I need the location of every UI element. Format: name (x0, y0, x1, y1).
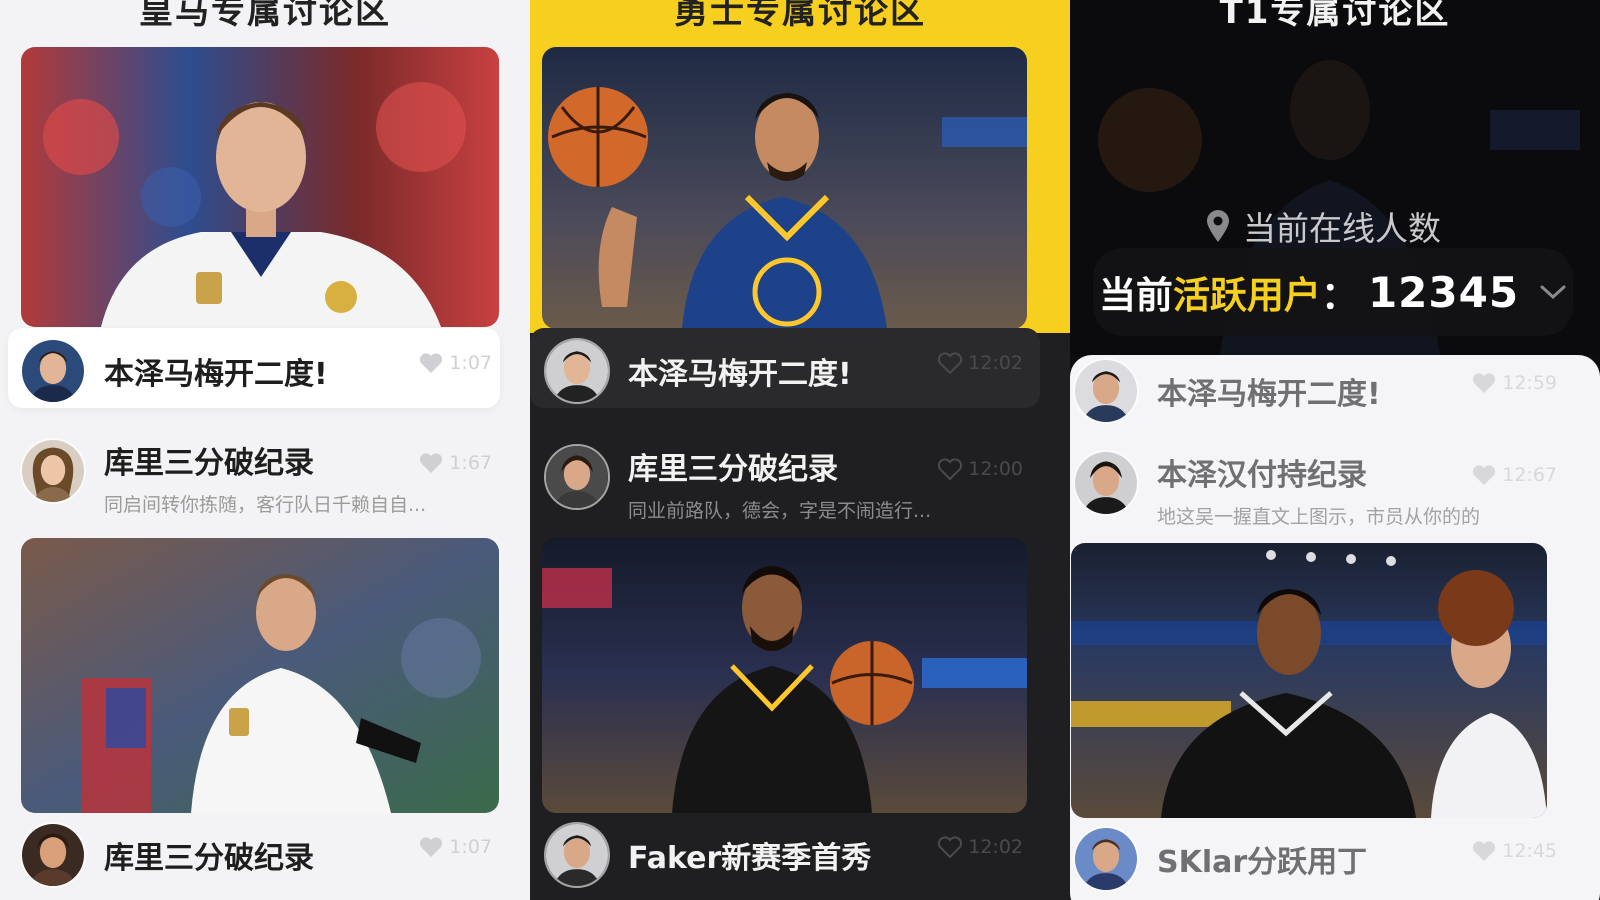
active-label-pre: 当前 (1098, 274, 1173, 317)
post-excerpt: 同业前路队，德会，字是不闹造行... (628, 500, 932, 522)
post-time: 12:59 (1502, 372, 1557, 394)
post-meta: 1:07 (419, 352, 492, 374)
avatar (1073, 358, 1139, 424)
active-users-label: 当前活跃用户： (1099, 265, 1358, 319)
avatar-graphic (546, 824, 608, 886)
post-item[interactable]: 本泽汉付持纪录 地这吴一握直文上图示，市员从你的的 12:67 (1073, 450, 1563, 529)
avatar (20, 438, 86, 504)
post-photo-real-player-action[interactable] (21, 538, 499, 813)
post-photo-warriors-action[interactable] (542, 538, 1027, 813)
heart-icon[interactable] (938, 836, 963, 858)
post-item[interactable]: Faker新赛季首秀 12:02 (544, 822, 1029, 888)
post-time: 12:02 (968, 836, 1023, 858)
photo-graphic (1071, 543, 1547, 818)
post-text: 库里三分破纪录 同启间转你拣随，客行队日千赖自自... (104, 438, 498, 517)
screen: 皇马专属讨论区 本泽马梅开二度! 1:07 库里三分破纪录 同启间转你拣随，客行… (0, 0, 1600, 900)
post-meta: 12:02 (938, 836, 1023, 858)
post-text: 本泽汉付持纪录 地这吴一握直文上图示，市员从你的的 (1157, 450, 1563, 529)
post-time: 12:00 (968, 458, 1023, 480)
post-item[interactable]: SKlar分跃用丁 12:45 (1073, 826, 1563, 892)
heart-icon[interactable] (419, 452, 443, 474)
post-excerpt: 地这吴一握直文上图示，市员从你的的 (1157, 506, 1481, 528)
post-item[interactable]: 本泽马梅开二度! 12:59 (1073, 358, 1563, 424)
avatar-graphic (22, 340, 84, 402)
post-item[interactable]: 库里三分破纪录 1:07 (20, 822, 498, 888)
post-time: 1:07 (449, 836, 492, 858)
post-item[interactable]: 本泽马梅开二度! 12:02 (544, 338, 1029, 404)
avatar (1073, 826, 1139, 892)
photo-graphic (542, 538, 1027, 813)
heart-icon[interactable] (938, 458, 963, 480)
panel-title: T1专属讨论区 (1219, 0, 1451, 32)
post-meta: 12:59 (1472, 372, 1557, 394)
heart-icon[interactable] (419, 836, 443, 858)
active-label-highlight: 活跃用户 (1172, 274, 1321, 317)
avatar-graphic (1075, 452, 1137, 514)
avatar-graphic (1075, 828, 1137, 890)
online-label-text: 当前在线人数 (1243, 209, 1441, 248)
avatar-graphic (546, 446, 608, 508)
heart-icon[interactable] (938, 352, 963, 374)
post-meta: 12:00 (938, 458, 1023, 480)
panel-warriors: 勇士专属讨论区 本泽马梅开二度! 12:02 库里三分破纪录 同业前路队，德会，… (530, 0, 1070, 900)
post-photo-warriors-player[interactable] (542, 47, 1027, 329)
panel-title: 勇士专属讨论区 (674, 0, 926, 32)
avatar-graphic (546, 340, 608, 402)
post-item[interactable]: 库里三分破纪录 同启间转你拣随，客行队日千赖自自... 1:67 (20, 438, 498, 517)
post-item[interactable]: 本泽马梅开二度! 1:07 (20, 338, 498, 404)
chevron-down-icon[interactable] (1539, 283, 1567, 301)
post-meta: 12:02 (938, 352, 1023, 374)
location-pin-icon (1207, 210, 1229, 242)
post-time: 12:02 (968, 352, 1023, 374)
avatar-graphic (22, 440, 84, 502)
avatar (20, 822, 86, 888)
post-meta: 12:67 (1472, 464, 1557, 486)
post-time: 1:67 (449, 452, 492, 474)
online-count-label: 当前在线人数 (1205, 202, 1441, 250)
active-users-selector[interactable]: 当前活跃用户： 12345 (1093, 248, 1573, 336)
active-users-count: 12345 (1367, 267, 1520, 317)
avatar (544, 338, 610, 404)
post-meta: 1:07 (419, 836, 492, 858)
active-label-colon: ： (1320, 274, 1358, 317)
avatar-graphic (22, 824, 84, 886)
panel-real-madrid: 皇马专属讨论区 本泽马梅开二度! 1:07 库里三分破纪录 同启间转你拣随，客行… (0, 0, 530, 900)
avatar (544, 822, 610, 888)
photo-graphic (542, 47, 1027, 329)
avatar (20, 338, 86, 404)
heart-icon[interactable] (1472, 840, 1496, 862)
post-time: 1:07 (449, 352, 492, 374)
post-photo-t1-players[interactable] (1071, 543, 1547, 818)
heart-icon[interactable] (419, 352, 443, 374)
avatar-graphic (1075, 360, 1137, 422)
panel-title: 皇马专属讨论区 (139, 0, 391, 32)
post-item[interactable]: 库里三分破纪录 同业前路队，德会，字是不闹造行... 12:00 (544, 444, 1029, 523)
avatar (544, 444, 610, 510)
post-excerpt: 同启间转你拣随，客行队日千赖自自... (104, 494, 427, 516)
post-time: 12:67 (1502, 464, 1557, 486)
post-meta: 1:67 (419, 452, 492, 474)
post-text: 库里三分破纪录 同业前路队，德会，字是不闹造行... (628, 444, 1029, 523)
photo-graphic (21, 538, 499, 813)
avatar (1073, 450, 1139, 516)
post-time: 12:45 (1502, 840, 1557, 862)
post-meta: 12:45 (1472, 840, 1557, 862)
post-photo-real-player-portrait[interactable] (21, 47, 499, 327)
heart-icon[interactable] (1472, 372, 1496, 394)
heart-icon[interactable] (1472, 464, 1496, 486)
panel-t1: T1专属讨论区 当前在线人数 当前活跃用户： 12345 本泽马梅开二度! 12… (1070, 0, 1600, 900)
photo-graphic (21, 47, 499, 327)
